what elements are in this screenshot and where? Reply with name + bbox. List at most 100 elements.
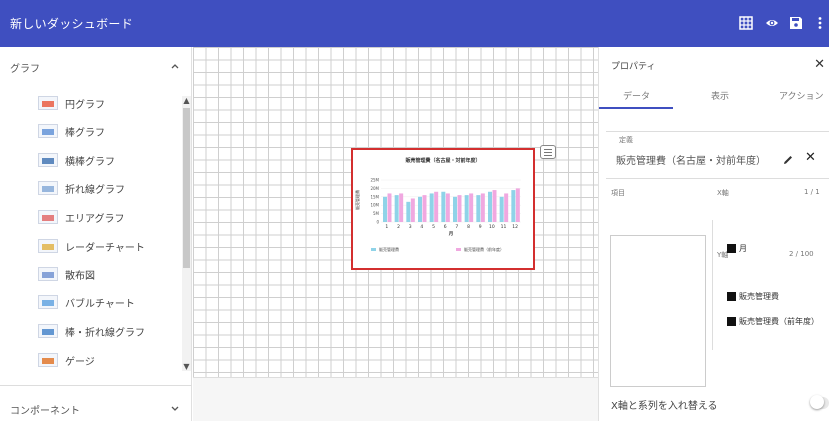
sidebar-item-bar-line-chart[interactable]: 棒・折れ線グラフ (38, 321, 178, 341)
widget-menu-icon[interactable] (540, 145, 556, 159)
bar-chart: 販売管理費（名古屋・対前年度）販売管理費25M20M15M10M5M01 2 3 4 5… (354, 157, 521, 252)
sidebar-scrollbar-thumb[interactable] (183, 108, 190, 268)
chart-title: 販売管理費（名古屋・対前年度） (405, 157, 480, 164)
x-tick-label: 5 (432, 224, 435, 230)
eye-icon[interactable] (765, 16, 779, 30)
bar (476, 195, 481, 222)
bar (394, 195, 399, 222)
line-chart-icon (38, 181, 58, 195)
graph-section-label: グラフ (10, 63, 40, 75)
grid-icon[interactable] (739, 16, 753, 30)
tab-action[interactable]: アクション (779, 89, 824, 102)
sidebar-item-radar-chart[interactable]: レーダーチャート (38, 236, 178, 256)
items-label: 項目 (611, 189, 625, 197)
y-axis-field-chip[interactable]: 販売管理費 (727, 291, 779, 302)
sidebar-item-label: バブルチャート (65, 298, 135, 310)
items-list[interactable] (610, 235, 706, 387)
sidebar-item-label: 棒・折れ線グラフ (65, 327, 145, 339)
swap-axis-toggle[interactable] (810, 395, 824, 409)
sidebar-item-scatter-chart[interactable]: 散布図 (38, 264, 178, 284)
bar (504, 193, 509, 222)
legend-label: 販売管理費 (379, 246, 399, 252)
bar (418, 196, 422, 222)
axis-area (712, 220, 829, 350)
scroll-up-arrow-icon[interactable]: ▲ (182, 96, 191, 106)
x-axis-label: X軸 (717, 189, 729, 197)
swap-axis-label: X軸と系列を入れ替える (611, 401, 718, 412)
x-tick-label: 7 (455, 224, 458, 230)
bar (383, 196, 387, 222)
y-tick-label: 25M (370, 178, 379, 183)
bar (406, 201, 411, 222)
chevron-down-icon[interactable] (170, 403, 180, 413)
gauge-icon (38, 353, 58, 367)
area-chart-icon (38, 210, 58, 224)
field-type-icon (727, 317, 736, 326)
bar (429, 193, 434, 222)
bar (515, 188, 520, 222)
bar (480, 193, 485, 222)
bar (441, 191, 446, 222)
y-tick-label: 15M (370, 194, 379, 199)
sidebar-item-line-chart[interactable]: 折れ線グラフ (38, 178, 178, 198)
x-tick-label: 12 (512, 224, 518, 230)
x-tick-label: 6 (444, 224, 447, 230)
bar-line-chart-icon (38, 324, 58, 338)
chevron-up-icon[interactable] (170, 61, 180, 71)
field-type-icon (727, 292, 736, 301)
sidebar-item-horizontal-bar-chart[interactable]: 横棒グラフ (38, 150, 178, 170)
clear-definition-icon[interactable]: ✕ (805, 150, 816, 165)
sidebar-item-bar-chart[interactable]: 棒グラフ (38, 121, 178, 141)
x-axis-count: 1 / 1 (804, 188, 820, 196)
x-axis-field-label: 月 (739, 244, 747, 253)
legend-label: 販売管理費（前年度） (464, 246, 504, 252)
bar (511, 190, 516, 222)
definition-value: 販売管理費（名古屋・対前年度） (616, 156, 766, 167)
save-icon[interactable] (789, 16, 803, 30)
bar (492, 190, 497, 222)
bar (457, 195, 462, 222)
bar (469, 193, 474, 222)
x-tick-label: 2 (397, 224, 400, 230)
sidebar-item-area-chart[interactable]: エリアグラフ (38, 207, 178, 227)
tab-data[interactable]: データ (623, 89, 650, 102)
field-type-icon (727, 244, 736, 253)
sidebar-item-label: 棒グラフ (65, 127, 105, 139)
sidebar-item-label: エリアグラフ (65, 213, 125, 225)
bar-chart-icon (38, 124, 58, 138)
edit-icon[interactable] (782, 154, 794, 166)
x-axis-field-chip[interactable]: 月 (727, 243, 747, 254)
sidebar-item-pie-chart[interactable]: 円グラフ (38, 93, 178, 113)
bar (453, 196, 457, 222)
y-tick-label: 20M (370, 186, 379, 191)
sidebar-item-label: ゲージ (65, 356, 95, 368)
chart-widget[interactable]: 販売管理費（名古屋・対前年度） 販売管理費 25M 20M 15M 10M 5M 0 1 2 3 4 5… (351, 148, 535, 270)
horizontal-bar-chart-icon (38, 153, 58, 167)
tab-display[interactable]: 表示 (711, 89, 729, 102)
close-icon[interactable]: ✕ (814, 57, 825, 72)
x-tick-label: 1 (385, 224, 388, 230)
sidebar-item-label: 横棒グラフ (65, 156, 115, 168)
graph-section-header[interactable]: グラフ (0, 49, 192, 85)
x-tick-label: 11 (501, 224, 507, 230)
bar (464, 195, 469, 222)
bar (499, 196, 504, 222)
section-divider (0, 385, 192, 386)
more-vert-icon[interactable] (813, 16, 827, 30)
active-tab-indicator (599, 107, 673, 109)
dashboard-title[interactable]: 新しいダッシュボード (10, 15, 133, 32)
x-tick-label: 4 (420, 224, 423, 230)
canvas-bottom-bar (193, 377, 598, 421)
bar (399, 193, 404, 222)
sidebar-item-gauge[interactable]: ゲージ (38, 350, 178, 370)
pie-chart-icon (38, 96, 58, 110)
scroll-down-arrow-icon[interactable]: ▼ (182, 362, 191, 372)
y-axis-field-chip[interactable]: 販売管理費（前年度） (727, 316, 819, 327)
x-tick-label: 3 (409, 224, 412, 230)
legend-swatch (371, 248, 376, 251)
sidebar-item-label: 円グラフ (65, 99, 105, 111)
x-tick-label: 10 (489, 224, 495, 230)
sidebar-item-bubble-chart[interactable]: バブルチャート (38, 292, 178, 312)
bar (410, 198, 415, 222)
component-section-header[interactable]: コンポーネント (0, 391, 192, 427)
